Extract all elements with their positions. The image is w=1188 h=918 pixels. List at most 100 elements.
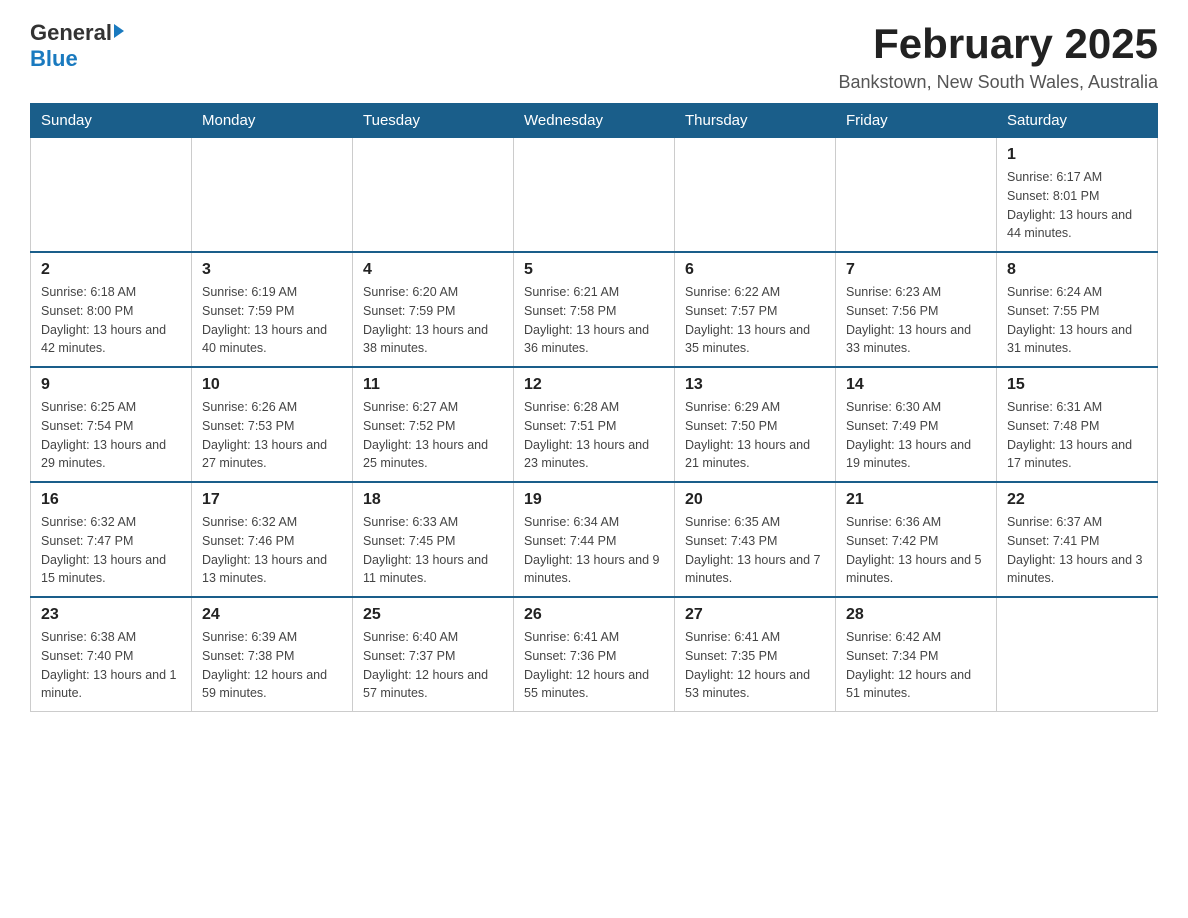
day-number: 12 bbox=[524, 376, 664, 394]
day-info: Sunrise: 6:27 AMSunset: 7:52 PMDaylight:… bbox=[363, 398, 503, 473]
day-info: Sunrise: 6:41 AMSunset: 7:36 PMDaylight:… bbox=[524, 628, 664, 703]
calendar-cell: 8 Sunrise: 6:24 AMSunset: 7:55 PMDaylight… bbox=[997, 252, 1158, 367]
day-info: Sunrise: 6:23 AMSunset: 7:56 PMDaylight:… bbox=[846, 283, 986, 358]
day-number: 16 bbox=[41, 491, 181, 509]
calendar-cell: 5Sunrise: 6:21 AMSunset: 7:58 PMDaylight… bbox=[514, 252, 675, 367]
calendar-table: SundayMondayTuesdayWednesdayThursdayFrid… bbox=[30, 103, 1158, 712]
day-info: Sunrise: 6:34 AMSunset: 7:44 PMDaylight:… bbox=[524, 513, 664, 588]
calendar-header-wednesday: Wednesday bbox=[514, 104, 675, 138]
day-number: 4 bbox=[363, 261, 503, 279]
day-info: Sunrise: 6:31 AMSunset: 7:48 PMDaylight:… bbox=[1007, 398, 1147, 473]
calendar-cell: 18 Sunrise: 6:33 AMSunset: 7:45 PMDayligh… bbox=[353, 482, 514, 597]
calendar-week-row: 2 Sunrise: 6:18 AMSunset: 8:00 PMDaylight… bbox=[31, 252, 1158, 367]
calendar-cell: 12Sunrise: 6:28 AMSunset: 7:51 PMDayligh… bbox=[514, 367, 675, 482]
calendar-cell: 25 Sunrise: 6:40 AMSunset: 7:37 PMDayligh… bbox=[353, 597, 514, 712]
day-number: 19 bbox=[524, 491, 664, 509]
day-info: Sunrise: 6:40 AMSunset: 7:37 PMDaylight:… bbox=[363, 628, 503, 703]
calendar-cell bbox=[514, 138, 675, 253]
calendar-cell: 1 Sunrise: 6:17 AMSunset: 8:01 PMDaylight… bbox=[997, 138, 1158, 253]
calendar-header-saturday: Saturday bbox=[997, 104, 1158, 138]
day-info: Sunrise: 6:29 AMSunset: 7:50 PMDaylight:… bbox=[685, 398, 825, 473]
calendar-cell: 26 Sunrise: 6:41 AMSunset: 7:36 PMDayligh… bbox=[514, 597, 675, 712]
day-number: 8 bbox=[1007, 261, 1147, 279]
calendar-cell: 24 Sunrise: 6:39 AMSunset: 7:38 PMDayligh… bbox=[192, 597, 353, 712]
day-number: 22 bbox=[1007, 491, 1147, 509]
day-info: Sunrise: 6:24 AMSunset: 7:55 PMDaylight:… bbox=[1007, 283, 1147, 358]
day-number: 23 bbox=[41, 606, 181, 624]
calendar-cell: 14Sunrise: 6:30 AMSunset: 7:49 PMDayligh… bbox=[836, 367, 997, 482]
day-info: Sunrise: 6:17 AMSunset: 8:01 PMDaylight:… bbox=[1007, 168, 1147, 243]
logo-arrow-icon bbox=[114, 24, 124, 38]
calendar-header-tuesday: Tuesday bbox=[353, 104, 514, 138]
calendar-cell bbox=[675, 138, 836, 253]
calendar-week-row: 1 Sunrise: 6:17 AMSunset: 8:01 PMDaylight… bbox=[31, 138, 1158, 253]
calendar-cell: 13 Sunrise: 6:29 AMSunset: 7:50 PMDayligh… bbox=[675, 367, 836, 482]
calendar-cell: 7 Sunrise: 6:23 AMSunset: 7:56 PMDaylight… bbox=[836, 252, 997, 367]
day-number: 27 bbox=[685, 606, 825, 624]
day-info: Sunrise: 6:32 AMSunset: 7:46 PMDaylight:… bbox=[202, 513, 342, 588]
calendar-cell: 16Sunrise: 6:32 AMSunset: 7:47 PMDayligh… bbox=[31, 482, 192, 597]
day-info: Sunrise: 6:41 AMSunset: 7:35 PMDaylight:… bbox=[685, 628, 825, 703]
day-number: 13 bbox=[685, 376, 825, 394]
day-number: 3 bbox=[202, 261, 342, 279]
calendar-cell: 22 Sunrise: 6:37 AMSunset: 7:41 PMDayligh… bbox=[997, 482, 1158, 597]
day-number: 9 bbox=[41, 376, 181, 394]
month-title: February 2025 bbox=[839, 20, 1158, 68]
day-info: Sunrise: 6:42 AMSunset: 7:34 PMDaylight:… bbox=[846, 628, 986, 703]
page-header: General Blue February 2025 Bankstown, Ne… bbox=[30, 20, 1158, 93]
day-number: 1 bbox=[1007, 146, 1147, 164]
calendar-cell: 23 Sunrise: 6:38 AMSunset: 7:40 PMDayligh… bbox=[31, 597, 192, 712]
title-area: February 2025 Bankstown, New South Wales… bbox=[839, 20, 1158, 93]
day-number: 26 bbox=[524, 606, 664, 624]
day-number: 25 bbox=[363, 606, 503, 624]
day-info: Sunrise: 6:35 AMSunset: 7:43 PMDaylight:… bbox=[685, 513, 825, 588]
day-number: 14 bbox=[846, 376, 986, 394]
day-number: 7 bbox=[846, 261, 986, 279]
calendar-week-row: 23 Sunrise: 6:38 AMSunset: 7:40 PMDayligh… bbox=[31, 597, 1158, 712]
calendar-cell: 19 Sunrise: 6:34 AMSunset: 7:44 PMDayligh… bbox=[514, 482, 675, 597]
day-number: 24 bbox=[202, 606, 342, 624]
calendar-cell: 11 Sunrise: 6:27 AMSunset: 7:52 PMDayligh… bbox=[353, 367, 514, 482]
calendar-cell bbox=[353, 138, 514, 253]
calendar-header-thursday: Thursday bbox=[675, 104, 836, 138]
calendar-cell: 10 Sunrise: 6:26 AMSunset: 7:53 PMDayligh… bbox=[192, 367, 353, 482]
day-info: Sunrise: 6:18 AMSunset: 8:00 PMDaylight:… bbox=[41, 283, 181, 358]
calendar-cell bbox=[836, 138, 997, 253]
calendar-cell bbox=[192, 138, 353, 253]
calendar-cell bbox=[31, 138, 192, 253]
day-number: 17 bbox=[202, 491, 342, 509]
day-info: Sunrise: 6:33 AMSunset: 7:45 PMDaylight:… bbox=[363, 513, 503, 588]
calendar-cell: 20 Sunrise: 6:35 AMSunset: 7:43 PMDayligh… bbox=[675, 482, 836, 597]
day-number: 18 bbox=[363, 491, 503, 509]
calendar-cell: 4 Sunrise: 6:20 AMSunset: 7:59 PMDaylight… bbox=[353, 252, 514, 367]
calendar-header-monday: Monday bbox=[192, 104, 353, 138]
calendar-header-friday: Friday bbox=[836, 104, 997, 138]
day-number: 20 bbox=[685, 491, 825, 509]
calendar-cell: 9Sunrise: 6:25 AMSunset: 7:54 PMDaylight… bbox=[31, 367, 192, 482]
calendar-header-sunday: Sunday bbox=[31, 104, 192, 138]
logo-blue-text: Blue bbox=[30, 46, 78, 72]
calendar-header-row: SundayMondayTuesdayWednesdayThursdayFrid… bbox=[31, 104, 1158, 138]
day-number: 10 bbox=[202, 376, 342, 394]
logo-general-text: General bbox=[30, 20, 112, 46]
day-info: Sunrise: 6:39 AMSunset: 7:38 PMDaylight:… bbox=[202, 628, 342, 703]
day-number: 28 bbox=[846, 606, 986, 624]
calendar-cell bbox=[997, 597, 1158, 712]
day-number: 21 bbox=[846, 491, 986, 509]
day-number: 2 bbox=[41, 261, 181, 279]
day-info: Sunrise: 6:38 AMSunset: 7:40 PMDaylight:… bbox=[41, 628, 181, 703]
day-number: 15 bbox=[1007, 376, 1147, 394]
calendar-cell: 3Sunrise: 6:19 AMSunset: 7:59 PMDaylight… bbox=[192, 252, 353, 367]
calendar-cell: 15 Sunrise: 6:31 AMSunset: 7:48 PMDayligh… bbox=[997, 367, 1158, 482]
day-info: Sunrise: 6:36 AMSunset: 7:42 PMDaylight:… bbox=[846, 513, 986, 588]
day-info: Sunrise: 6:21 AMSunset: 7:58 PMDaylight:… bbox=[524, 283, 664, 358]
day-number: 11 bbox=[363, 376, 503, 394]
day-info: Sunrise: 6:37 AMSunset: 7:41 PMDaylight:… bbox=[1007, 513, 1147, 588]
day-number: 6 bbox=[685, 261, 825, 279]
location-subtitle: Bankstown, New South Wales, Australia bbox=[839, 72, 1158, 93]
day-info: Sunrise: 6:20 AMSunset: 7:59 PMDaylight:… bbox=[363, 283, 503, 358]
calendar-week-row: 16Sunrise: 6:32 AMSunset: 7:47 PMDayligh… bbox=[31, 482, 1158, 597]
calendar-week-row: 9Sunrise: 6:25 AMSunset: 7:54 PMDaylight… bbox=[31, 367, 1158, 482]
calendar-cell: 21 Sunrise: 6:36 AMSunset: 7:42 PMDayligh… bbox=[836, 482, 997, 597]
day-info: Sunrise: 6:26 AMSunset: 7:53 PMDaylight:… bbox=[202, 398, 342, 473]
